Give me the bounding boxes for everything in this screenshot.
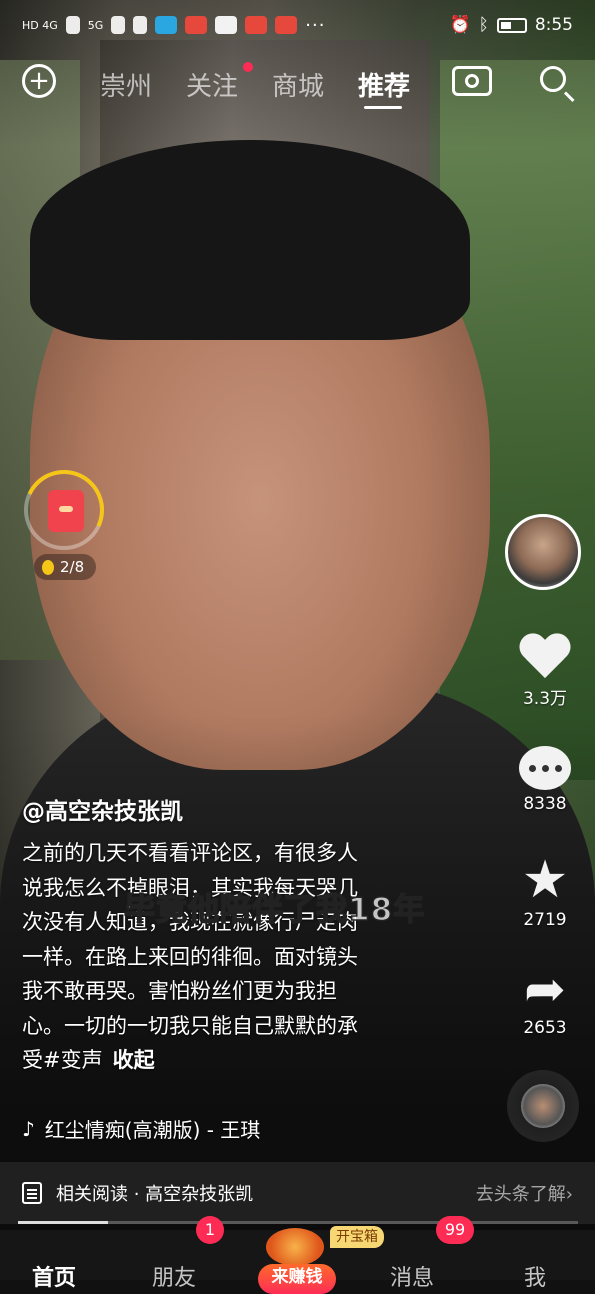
toutiao-link-label: 去头条了解: [475, 1184, 566, 1205]
red-packet-counter: 2/8: [34, 554, 97, 580]
music-title: 红尘情痴(高潮版) - 王琪: [44, 1118, 261, 1142]
video-overlay-subtitle: 毕竟他陪伴了我18年: [123, 891, 426, 929]
network-type: HD 4G: [22, 18, 58, 32]
music-info[interactable]: ♪ 红尘情痴(高潮版) - 王琪: [22, 1114, 260, 1143]
tab-friends[interactable]: 朋友: [152, 1260, 196, 1292]
camera-icon[interactable]: [452, 66, 492, 96]
tab-local[interactable]: 崇州: [100, 66, 152, 103]
red-packet-widget[interactable]: [12, 458, 116, 562]
author-name[interactable]: @高空杂技张凯: [22, 792, 183, 826]
tab-following[interactable]: 关注: [186, 66, 238, 103]
video-caption: 之前的几天不看看评论区，有很多人 说我怎么不掉眼泪，其实我每天哭几 次没有人知道…: [22, 836, 427, 1078]
related-reading-bar[interactable]: 相关阅读 · 高空杂技张凯 去头条了解›: [0, 1162, 595, 1224]
earn-label: 来赚钱: [258, 1264, 336, 1294]
share-icon: ➦: [524, 960, 566, 1018]
tab-messages[interactable]: 消息: [390, 1260, 434, 1292]
add-icon[interactable]: +: [22, 64, 56, 98]
caption-line-last: 受#变声 收起: [22, 1043, 427, 1078]
music-disc[interactable]: [507, 1070, 579, 1142]
red-packet-count: 2/8: [60, 558, 85, 576]
music-note-icon: ♪: [22, 1116, 35, 1141]
collapse-button[interactable]: 收起: [113, 1048, 155, 1072]
earn-treasure-button[interactable]: 来赚钱: [258, 1226, 336, 1294]
open-treasure-tag: 开宝箱: [330, 1226, 384, 1248]
weibo-icon: [275, 16, 298, 34]
toutiao-link[interactable]: 去头条了解›: [476, 1180, 573, 1206]
caption-line: 我不敢再哭。害怕粉丝们更为我担: [22, 979, 337, 1003]
weibo-icon: [245, 16, 268, 34]
tab-home[interactable]: 首页: [32, 1260, 76, 1292]
author-avatar[interactable]: [505, 514, 581, 590]
tab-mall[interactable]: 商城: [272, 66, 324, 103]
like-button[interactable]: 3.3万: [505, 634, 585, 709]
favorite-button[interactable]: ★ 2719: [505, 854, 585, 930]
share-count: 2653: [523, 1018, 567, 1038]
comment-icon: [519, 746, 571, 790]
battery-icon: [496, 17, 527, 33]
wifi-icon: [133, 16, 148, 34]
bluetooth-icon: ᛒ: [478, 15, 489, 35]
caption-tail: 受: [22, 1048, 43, 1072]
red-envelope-icon: [48, 490, 84, 532]
caption-line: 一样。在路上来回的徘徊。面对镜头: [22, 944, 358, 969]
telegram-icon: [155, 16, 178, 34]
clock: 8:55: [534, 15, 573, 35]
status-bar: HD 4G 5G ··· ⏰ ᛒ 8:55: [0, 0, 595, 50]
heart-icon: [518, 634, 572, 680]
favorite-count: 2719: [523, 910, 567, 930]
weibo-icon: [185, 16, 208, 34]
hashtag-link[interactable]: #变声: [43, 1048, 103, 1072]
messages-badge: 99: [436, 1216, 474, 1244]
network-type-2: 5G: [87, 18, 104, 32]
coin-icon: [42, 559, 54, 575]
tab-me[interactable]: 我: [524, 1260, 546, 1292]
top-nav: + 崇州 关注 商城 推荐: [0, 58, 595, 110]
related-reading-label: 相关阅读 · 高空杂技张凯: [56, 1184, 254, 1205]
message-icon: [215, 16, 238, 34]
video-progress-fill: [18, 1221, 108, 1224]
treasure-chest-icon: [266, 1228, 324, 1266]
following-notification-dot: [243, 62, 253, 72]
signal-icon: [111, 16, 126, 34]
friends-badge: 1: [196, 1216, 224, 1244]
article-icon: [22, 1182, 42, 1204]
tab-recommended[interactable]: 推荐: [358, 66, 410, 103]
star-icon: ★: [521, 850, 569, 910]
signal-icon: [65, 16, 80, 34]
video-progress-bar[interactable]: [18, 1221, 578, 1224]
like-count: 3.3万: [522, 689, 568, 709]
comment-count: 8338: [523, 794, 567, 814]
comment-button[interactable]: 8338: [505, 746, 585, 814]
share-button[interactable]: ➦ 2653: [505, 964, 585, 1038]
caption-line: 心。一切的一切我只能自己默默的承: [22, 1013, 358, 1038]
caption-line: 之前的几天不看看评论区，有很多人: [22, 841, 358, 865]
search-icon[interactable]: [540, 66, 566, 92]
chevron-right-icon: ›: [565, 1184, 573, 1205]
alarm-icon: ⏰: [449, 15, 471, 35]
active-tab-indicator: [364, 106, 402, 109]
overflow-indicator: ···: [305, 14, 326, 36]
